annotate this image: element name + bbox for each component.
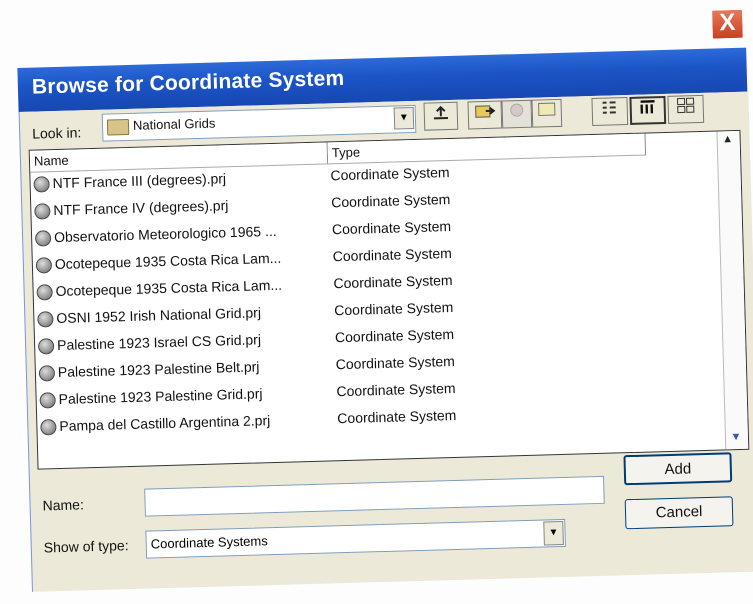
globe-icon [34, 230, 52, 247]
folder-up-icon[interactable] [423, 101, 459, 131]
item-type: Coordinate System [332, 244, 453, 265]
item-name: OSNI 1952 Irish National Grid.prj [56, 304, 262, 327]
home-folder-icon[interactable] [531, 98, 563, 128]
item-name: NTF France III (degrees).prj [52, 170, 227, 192]
globe-icon [35, 257, 53, 274]
screen: Browse for Coordinate System X Look in: … [0, 0, 753, 593]
globe-icon [39, 392, 56, 409]
item-name: Observatorio Meteorologico 1965 ... [53, 222, 277, 246]
scroll-down-icon[interactable]: ▼ [728, 431, 744, 447]
show-of-type-dropdown[interactable]: Coordinate Systems ▼ [145, 518, 566, 559]
globe-icon [38, 365, 56, 382]
name-label: Name: [42, 496, 85, 514]
window-title: Browse for Coordinate System [31, 66, 345, 99]
scroll-up-icon[interactable]: ▲ [719, 133, 735, 149]
globe-icon [34, 203, 51, 220]
item-type: Coordinate System [330, 164, 450, 184]
list-view-icon[interactable] [591, 97, 629, 127]
item-name: Ocotepeque 1935 Costa Rica Lam... [54, 249, 282, 273]
globe-icon [33, 176, 50, 193]
lookin-value: National Grids [132, 115, 216, 133]
item-type: Coordinate System [331, 191, 451, 211]
item-name: Ocotepeque 1935 Costa Rica Lam... [55, 276, 283, 300]
item-type: Coordinate System [336, 379, 456, 400]
globe-icon [36, 284, 53, 301]
item-type: Coordinate System [331, 217, 452, 238]
item-type: Coordinate System [334, 325, 455, 346]
close-button[interactable]: X [709, 7, 745, 41]
globe-icon [37, 338, 55, 355]
show-of-type-label: Show of type: [43, 537, 129, 556]
details-view-icon[interactable] [629, 95, 667, 125]
lookin-dropdown[interactable]: National Grids ▼ [101, 104, 417, 142]
vertical-scrollbar[interactable]: ▲ ▼ [716, 130, 749, 450]
chevron-down-icon[interactable]: ▼ [543, 520, 564, 546]
item-type: Coordinate System [334, 298, 454, 319]
item-type: Coordinate System [335, 352, 456, 373]
item-type: Coordinate System [333, 271, 453, 292]
connect-folder-icon[interactable] [467, 100, 503, 130]
show-of-type-value: Coordinate Systems [150, 533, 268, 552]
file-list[interactable]: Name Type NTF France III (degrees).prj Co… [28, 129, 750, 470]
lookin-label: Look in: [31, 124, 82, 142]
item-name: NTF France IV (degrees).prj [53, 197, 229, 219]
globe-icon [40, 419, 57, 436]
browse-dialog: Browse for Coordinate System X Look in: … [0, 0, 753, 603]
name-field[interactable] [144, 475, 605, 517]
item-name: Pampa del Castillo Argentina 2.prj [59, 412, 271, 434]
item-name: Palestine 1923 Palestine Grid.prj [58, 385, 263, 408]
folder-icon [106, 118, 130, 136]
globe-icon [37, 311, 54, 328]
cancel-button[interactable]: Cancel [624, 496, 734, 530]
thumbnails-view-icon[interactable] [667, 94, 705, 124]
item-type: Coordinate System [337, 406, 457, 427]
item-name: Palestine 1923 Israel CS Grid.prj [56, 331, 262, 354]
dialog-body: Look in: National Grids ▼ Name Type NTF … [18, 91, 753, 592]
add-button[interactable]: Add [623, 452, 733, 486]
item-name: Palestine 1923 Palestine Belt.prj [57, 358, 260, 381]
disconnect-icon[interactable] [501, 99, 533, 129]
chevron-down-icon[interactable]: ▼ [393, 106, 415, 130]
